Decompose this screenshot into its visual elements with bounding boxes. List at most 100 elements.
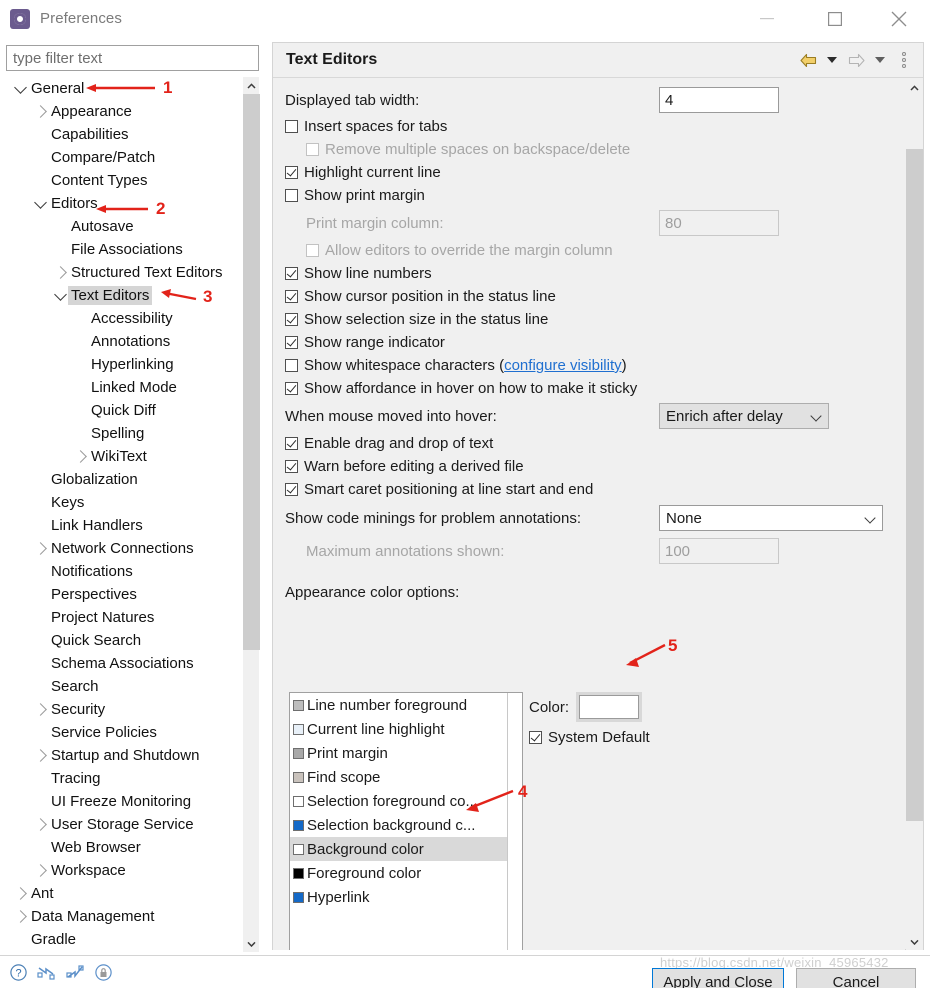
export-arrow-icon[interactable] bbox=[66, 964, 85, 985]
show-range-indicator-checkbox[interactable] bbox=[285, 336, 298, 349]
checkbox-row-show-line-numbers[interactable]: Show line numbers bbox=[273, 262, 905, 285]
show-cursor-position-checkbox[interactable] bbox=[285, 290, 298, 303]
tree-item-spelling[interactable]: Spelling bbox=[4, 422, 244, 445]
tree-item-file-associations[interactable]: File Associations bbox=[4, 238, 244, 261]
tree-item-capabilities[interactable]: Capabilities bbox=[4, 123, 244, 146]
code-minings-select[interactable]: None bbox=[659, 505, 883, 531]
show-affordance-checkbox[interactable] bbox=[285, 382, 298, 395]
close-button[interactable] bbox=[876, 0, 922, 38]
tree-scroll-down-icon[interactable] bbox=[243, 935, 260, 952]
chevron-right-icon[interactable] bbox=[52, 261, 68, 284]
tree-item-perspectives[interactable]: Perspectives bbox=[4, 583, 244, 606]
checkbox-row-show-print-margin[interactable]: Show print margin bbox=[273, 184, 905, 207]
chevron-right-icon[interactable] bbox=[32, 100, 48, 123]
tree-item-project-natures[interactable]: Project Natures bbox=[4, 606, 244, 629]
checkbox-row-insert-spaces[interactable]: Insert spaces for tabs bbox=[273, 115, 905, 138]
enable-drag-drop-checkbox[interactable] bbox=[285, 437, 298, 450]
help-question-icon[interactable]: ? bbox=[10, 964, 27, 985]
tree-item-startup-and-shutdown[interactable]: Startup and Shutdown bbox=[4, 744, 244, 767]
color-list-scrollbar[interactable] bbox=[507, 693, 522, 950]
apply-and-close-button[interactable]: Apply and Close bbox=[652, 968, 784, 988]
maximize-button[interactable] bbox=[812, 0, 858, 38]
checkbox-row-show-affordance[interactable]: Show affordance in hover on how to make … bbox=[273, 377, 905, 400]
preferences-tree[interactable]: General Appearance Capabilities Compare/Pat… bbox=[4, 77, 262, 952]
back-history-dropdown[interactable] bbox=[821, 48, 843, 72]
tree-item-compare-patch[interactable]: Compare/Patch bbox=[4, 146, 244, 169]
color-list-print-margin[interactable]: Print margin bbox=[290, 741, 522, 765]
warn-derived-file-checkbox[interactable] bbox=[285, 460, 298, 473]
checkbox-row-highlight-current-line[interactable]: Highlight current line bbox=[273, 161, 905, 184]
tree-item-link-handlers[interactable]: Link Handlers bbox=[4, 514, 244, 537]
tree-scrollbar[interactable] bbox=[242, 77, 260, 952]
search-input[interactable] bbox=[6, 45, 259, 71]
tree-item-annotations[interactable]: Annotations bbox=[4, 330, 244, 353]
tree-item-quick-diff[interactable]: Quick Diff bbox=[4, 399, 244, 422]
checkbox-row-smart-caret[interactable]: Smart caret positioning at line start an… bbox=[273, 478, 905, 501]
chevron-down-icon[interactable] bbox=[52, 284, 68, 307]
chevron-right-icon[interactable] bbox=[32, 744, 48, 767]
checkbox-row-show-range-indicator[interactable]: Show range indicator bbox=[273, 331, 905, 354]
when-mouse-hover-select[interactable]: Enrich after delay bbox=[659, 403, 829, 429]
highlight-current-line-checkbox[interactable] bbox=[285, 166, 298, 179]
tree-item-schema-associations[interactable]: Schema Associations bbox=[4, 652, 244, 675]
chevron-down-icon[interactable] bbox=[12, 77, 28, 100]
show-selection-size-checkbox[interactable] bbox=[285, 313, 298, 326]
tree-item-wikitext[interactable]: WikiText bbox=[4, 445, 244, 468]
tree-item-linked-mode[interactable]: Linked Mode bbox=[4, 376, 244, 399]
tree-item-appearance[interactable]: Appearance bbox=[4, 100, 244, 123]
chevron-down-icon[interactable] bbox=[32, 192, 48, 215]
chevron-right-icon[interactable] bbox=[32, 813, 48, 836]
chevron-right-icon[interactable] bbox=[32, 859, 48, 882]
content-scroll-down-icon[interactable] bbox=[906, 933, 923, 950]
tree-scroll-up-icon[interactable] bbox=[243, 77, 260, 94]
chevron-right-icon[interactable] bbox=[32, 537, 48, 560]
insert-spaces-for-tabs-checkbox[interactable] bbox=[285, 120, 298, 133]
tree-item-structured-text-editors[interactable]: Structured Text Editors bbox=[4, 261, 244, 284]
content-scrollbar[interactable] bbox=[906, 79, 923, 950]
chevron-right-icon[interactable] bbox=[12, 905, 28, 928]
tree-item-network-connections[interactable]: Network Connections bbox=[4, 537, 244, 560]
color-list-hyperlink[interactable]: Hyperlink bbox=[290, 885, 522, 909]
tree-item-service-policies[interactable]: Service Policies bbox=[4, 721, 244, 744]
tree-item-ant[interactable]: Ant bbox=[4, 882, 244, 905]
color-list-background-color[interactable]: Background color bbox=[290, 837, 522, 861]
color-swatch[interactable] bbox=[579, 695, 640, 719]
tree-item-keys[interactable]: Keys bbox=[4, 491, 244, 514]
tree-item-security[interactable]: Security bbox=[4, 698, 244, 721]
tree-item-hyperlinking[interactable]: Hyperlinking bbox=[4, 353, 244, 376]
vertical-dots-icon[interactable] bbox=[893, 48, 915, 72]
configure-visibility-link[interactable]: configure visibility bbox=[504, 357, 622, 374]
content-scroll-up-icon[interactable] bbox=[906, 79, 923, 96]
show-print-margin-checkbox[interactable] bbox=[285, 189, 298, 202]
color-list-find-scope[interactable]: Find scope bbox=[290, 765, 522, 789]
system-default-checkbox[interactable] bbox=[529, 731, 542, 744]
color-list-line-number-foreground[interactable]: Line number foreground bbox=[290, 693, 522, 717]
chevron-right-icon[interactable] bbox=[32, 698, 48, 721]
forward-history-dropdown[interactable] bbox=[869, 48, 891, 72]
tree-item-quick-search[interactable]: Quick Search bbox=[4, 629, 244, 652]
chevron-right-icon[interactable] bbox=[12, 882, 28, 905]
color-list-selection-background-c[interactable]: Selection background c... bbox=[290, 813, 522, 837]
minimize-button[interactable] bbox=[744, 0, 790, 38]
tree-item-workspace[interactable]: Workspace bbox=[4, 859, 244, 882]
tree-item-search[interactable]: Search bbox=[4, 675, 244, 698]
checkbox-row-enable-drag-drop[interactable]: Enable drag and drop of text bbox=[273, 432, 905, 455]
color-list-current-line-highlight[interactable]: Current line highlight bbox=[290, 717, 522, 741]
import-arrow-icon[interactable] bbox=[37, 964, 56, 985]
checkbox-row-show-cursor-position[interactable]: Show cursor position in the status line bbox=[273, 285, 905, 308]
tree-item-general[interactable]: General bbox=[4, 77, 244, 100]
tree-item-gradle[interactable]: Gradle bbox=[4, 928, 244, 951]
lock-icon[interactable] bbox=[95, 964, 112, 985]
tree-item-ui-freeze-monitoring[interactable]: UI Freeze Monitoring bbox=[4, 790, 244, 813]
content-scroll-thumb[interactable] bbox=[906, 149, 923, 821]
tree-item-data-management[interactable]: Data Management bbox=[4, 905, 244, 928]
tree-item-content-types[interactable]: Content Types bbox=[4, 169, 244, 192]
show-whitespace-characters-checkbox[interactable] bbox=[285, 359, 298, 372]
tree-item-editors[interactable]: Editors bbox=[4, 192, 244, 215]
appearance-color-options-list[interactable]: Line number foreground Current line highl… bbox=[289, 692, 523, 950]
show-line-numbers-checkbox[interactable] bbox=[285, 267, 298, 280]
tree-item-notifications[interactable]: Notifications bbox=[4, 560, 244, 583]
tree-item-tracing[interactable]: Tracing bbox=[4, 767, 244, 790]
smart-caret-checkbox[interactable] bbox=[285, 483, 298, 496]
tree-item-autosave[interactable]: Autosave bbox=[4, 215, 244, 238]
